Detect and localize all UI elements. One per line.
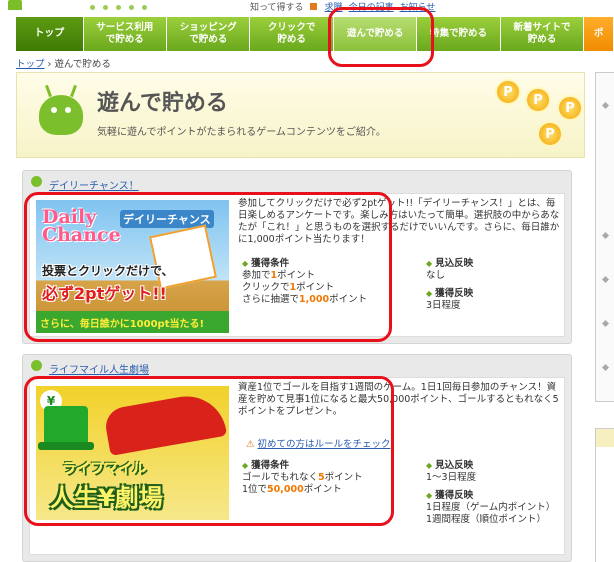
bullet-icon — [601, 101, 610, 110]
coin-icon: P — [557, 95, 583, 121]
coin-icon: P — [537, 121, 563, 147]
expect-value: なし — [426, 270, 446, 281]
tab-new-sites[interactable]: 新着サイトで 貯める — [500, 17, 585, 51]
breadcrumb-home[interactable]: トップ — [16, 59, 45, 70]
coin-icon: P — [495, 79, 521, 105]
breadcrumb: トップ › 遊んで貯める — [16, 56, 111, 70]
reflect-value: 3日程度 — [426, 300, 461, 311]
section-header: デイリーチャンス！ — [23, 171, 571, 192]
tab-top[interactable]: トップ — [16, 17, 84, 51]
expect-label: 見込反映 — [426, 258, 566, 270]
reflect-label: 獲得反映 — [426, 490, 566, 502]
expect-block: 見込反映 1〜3日程度 — [426, 460, 566, 484]
house-icon — [8, 0, 22, 10]
tab-click[interactable]: クリックで 貯める — [250, 17, 334, 51]
bullet-icon — [601, 363, 610, 372]
top-strip: 知って得する 求職 今日の記事 お知らせ — [0, 0, 614, 16]
main-nav: トップ サービス利用 で貯める ショッピング で貯める クリックで 貯める 遊ん… — [16, 17, 614, 51]
bullet-icon — [601, 319, 610, 328]
bullet-icon — [601, 231, 610, 240]
reflect-value: 1週間程度（順位ポイント） — [426, 514, 547, 525]
right-sidebar — [595, 72, 614, 562]
reflect-block: 獲得反映 1日程度（ゲーム内ポイント） 1週間程度（順位ポイント） — [426, 490, 566, 526]
expect-value: 1〜3日程度 — [426, 472, 477, 483]
smile-icon — [31, 360, 42, 371]
tab-points[interactable]: ポ — [584, 17, 614, 51]
breadcrumb-current: 遊んで貯める — [54, 59, 111, 70]
section-title-link[interactable]: ライフマイル人生劇場 — [49, 361, 149, 376]
sidebar-box — [595, 428, 614, 562]
reflect-label: 獲得反映 — [426, 288, 566, 300]
coin-icon: P — [525, 87, 551, 113]
section-header: ライフマイル人生劇場 — [23, 355, 571, 376]
bullet-icon — [601, 275, 610, 284]
annotation-circle-lifemile — [24, 376, 394, 526]
decorative-dots — [90, 2, 210, 12]
reflect-value: 1日程度（ゲーム内ポイント） — [426, 502, 556, 513]
page-title: 遊んで貯める — [97, 91, 228, 116]
expect-block: 見込反映 なし — [426, 258, 566, 282]
page-subtitle: 気軽に遊んでポイントがたまられるゲームコンテンツをご紹介。 — [97, 127, 386, 138]
breadcrumb-separator: › — [47, 59, 52, 70]
mascot-icon — [39, 95, 83, 135]
top-links-prefix: 知って得する — [250, 3, 304, 13]
annotation-circle-nav — [328, 7, 434, 67]
expect-label: 見込反映 — [426, 460, 566, 472]
section-title-link[interactable]: デイリーチャンス！ — [49, 177, 139, 192]
annotation-circle-daily — [24, 192, 392, 342]
tab-service[interactable]: サービス利用 で貯める — [83, 17, 167, 51]
smile-icon — [31, 176, 42, 187]
sidebar-box — [595, 72, 614, 402]
sidebar-box-header — [596, 429, 614, 447]
tab-shopping[interactable]: ショッピング で貯める — [166, 17, 251, 51]
flag-icon — [309, 3, 317, 10]
reflect-block: 獲得反映 3日程度 — [426, 288, 566, 312]
page-header-banner: 遊んで貯める 気軽に遊んでポイントがたまられるゲームコンテンツをご紹介。 P P… — [16, 72, 585, 158]
